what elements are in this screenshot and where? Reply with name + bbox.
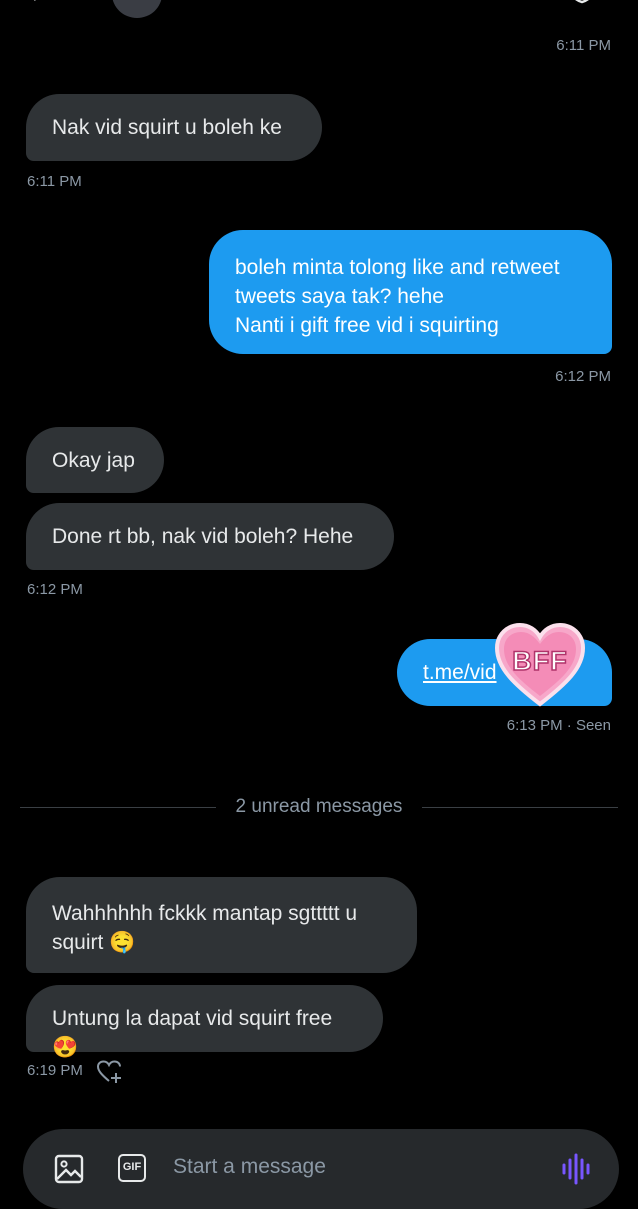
info-icon[interactable] — [497, 0, 527, 10]
incoming-message-bubble[interactable]: Done rt bb, nak vid boleh? Hehe — [26, 503, 394, 570]
sticker-label: BFF — [512, 645, 568, 677]
gif-icon[interactable]: GIF — [118, 1154, 146, 1182]
message-timestamp: 6:12 PM — [555, 368, 611, 385]
voice-icon[interactable] — [561, 1153, 591, 1185]
message-composer[interactable]: GIF Start a message — [23, 1129, 619, 1209]
image-icon[interactable] — [53, 1153, 85, 1185]
incoming-message-bubble[interactable]: Wahhhhhh fckkk mantap sgttttt u squirt 🤤 — [26, 877, 417, 973]
gif-label: GIF — [122, 1161, 142, 1173]
message-status: 6:13 PM · Seen — [506, 717, 611, 734]
incoming-message-bubble[interactable]: Nak vid squirt u boleh ke — [26, 94, 322, 161]
incoming-message-bubble[interactable]: Untung la dapat vid squirt free 😍 — [26, 985, 383, 1059]
header — [0, 0, 638, 18]
bff-heart-sticker: BFF — [494, 622, 586, 708]
message-input[interactable]: Start a message — [173, 1155, 326, 1179]
avatar[interactable] — [112, 0, 162, 18]
message-timestamp: 6:12 PM — [27, 581, 83, 598]
message-timestamp: 6:11 PM — [27, 173, 82, 190]
outgoing-message-bubble[interactable]: boleh minta tolong like and retweet twee… — [209, 230, 612, 354]
shield-icon[interactable] — [566, 0, 598, 12]
divider-right — [422, 807, 618, 808]
add-reaction-icon[interactable] — [96, 1059, 124, 1085]
back-arrow-icon[interactable] — [30, 0, 50, 10]
message-timestamp: 6:19 PM — [27, 1062, 83, 1079]
incoming-message-bubble[interactable]: Okay jap — [26, 427, 164, 493]
message-timestamp: 6:11 PM — [556, 37, 611, 54]
